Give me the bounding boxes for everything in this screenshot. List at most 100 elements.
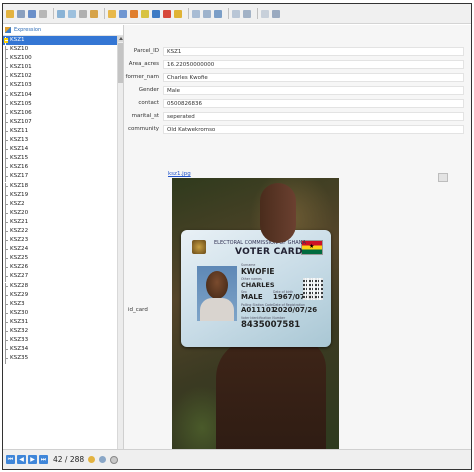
list-item[interactable]: KSZ102 <box>3 72 117 83</box>
feature-list-panel: Expression KSZ1 KSZ10 KSZ100 KSZ101 KSZ102 KS… <box>3 25 124 449</box>
list-item-label: KSZ101 <box>10 64 32 71</box>
list-item-label: KSZ13 <box>10 137 29 144</box>
list-item-label: KSZ26 <box>10 264 29 271</box>
toolbar-separator <box>228 8 229 19</box>
list-item[interactable]: KSZ103 <box>3 81 117 92</box>
toolbar-separator <box>188 8 189 19</box>
previous-feature-button[interactable]: ◀ <box>17 455 26 464</box>
field-value-input[interactable]: Charles Kwofie <box>163 72 464 82</box>
expression-label: Expression <box>14 27 42 33</box>
list-item[interactable]: KSZ27 <box>3 272 117 283</box>
field-value-input[interactable]: 0500826836 <box>163 98 464 108</box>
list-item-label: KSZ32 <box>10 328 29 334</box>
list-item[interactable]: KSZ22 <box>3 227 117 238</box>
list-item[interactable]: KSZ16 <box>3 163 117 174</box>
list-item[interactable]: KSZ20 <box>3 209 117 219</box>
list-item[interactable]: KSZ28 <box>3 282 117 292</box>
last-feature-button[interactable]: ⏭ <box>39 455 48 464</box>
list-item[interactable]: KSZ106 <box>3 109 117 119</box>
highlight-icon[interactable] <box>88 456 96 463</box>
list-item[interactable]: KSZ100 <box>3 54 117 65</box>
list-item[interactable]: KSZ25 <box>3 254 117 265</box>
list-item[interactable]: KSZ11 <box>3 127 117 138</box>
field-label: Gender <box>138 87 159 93</box>
list-item-label: KSZ1 <box>10 37 25 43</box>
sex-value: MALE <box>241 293 263 301</box>
list-item[interactable]: KSZ30 <box>3 309 117 319</box>
field-value-input[interactable]: Old Katwekromso <box>163 124 464 134</box>
zoom-to-feature-icon[interactable] <box>110 455 119 464</box>
list-item[interactable]: KSZ32 <box>3 327 117 338</box>
next-feature-button[interactable]: ▶ <box>28 455 37 464</box>
pan-icon[interactable] <box>57 9 65 18</box>
edit-icon[interactable] <box>6 9 14 18</box>
field-value-input[interactable]: 16.22050000000 <box>163 59 464 69</box>
layout-icon[interactable] <box>192 9 200 18</box>
list-item-label: KSZ23 <box>10 237 29 244</box>
list-item[interactable]: KSZ34 <box>3 345 117 356</box>
photo-link[interactable]: ksz1.jpg <box>168 171 191 177</box>
browse-button[interactable] <box>438 173 448 182</box>
columns-icon[interactable] <box>203 9 211 18</box>
dock-icon[interactable] <box>261 9 269 18</box>
list-item[interactable]: KSZ10 <box>3 45 117 56</box>
table-icon[interactable] <box>152 9 160 18</box>
list-item[interactable]: KSZ31 <box>3 318 117 329</box>
list-item-label: KSZ17 <box>10 173 29 180</box>
action-icon[interactable] <box>174 9 182 18</box>
zoom-icon[interactable] <box>68 9 76 18</box>
field-value-input[interactable]: seperated <box>163 111 464 121</box>
list-item[interactable]: KSZ2 <box>3 200 117 210</box>
map-icon[interactable] <box>163 9 171 18</box>
list-item[interactable]: KSZ33 <box>3 336 117 347</box>
pan-to-feature-icon[interactable] <box>99 456 107 463</box>
paste-icon[interactable] <box>119 9 127 18</box>
list-item[interactable]: KSZ104 <box>3 91 117 101</box>
expression-header[interactable]: Expression <box>3 25 123 36</box>
field-value-input[interactable]: Male <box>163 85 464 95</box>
list-item-label: KSZ27 <box>10 273 29 280</box>
delete-icon[interactable] <box>39 9 47 18</box>
field-value-input[interactable]: KSZ1 <box>163 46 464 56</box>
list-item[interactable]: KSZ15 <box>3 154 117 165</box>
list-item[interactable]: KSZ35 <box>3 354 117 365</box>
grid-icon[interactable] <box>214 9 222 18</box>
list-item[interactable]: KSZ26 <box>3 263 117 274</box>
list-item[interactable]: KSZ3 <box>3 300 117 310</box>
list-item[interactable]: KSZ23 <box>3 236 117 247</box>
othernames-value: CHARLES <box>241 281 275 289</box>
expression-icon <box>5 27 11 33</box>
refresh-icon[interactable] <box>28 9 36 18</box>
help-icon[interactable] <box>243 9 251 18</box>
coat-of-arms-icon <box>192 240 206 254</box>
list-item[interactable]: KSZ105 <box>3 100 117 110</box>
list-scrollbar[interactable] <box>117 36 123 449</box>
list-item-label: KSZ29 <box>10 291 29 298</box>
list-item[interactable]: KSZ13 <box>3 136 117 147</box>
select-icon[interactable] <box>90 9 98 18</box>
first-feature-button[interactable]: ⏮ <box>6 455 15 464</box>
field-label: contact <box>138 100 159 106</box>
list-item[interactable]: KSZ24 <box>3 245 117 256</box>
list-item-label: KSZ15 <box>10 155 29 162</box>
copy-icon[interactable] <box>108 9 116 18</box>
list-item[interactable]: KSZ1 <box>3 36 117 47</box>
funnel-icon[interactable] <box>141 9 149 18</box>
thumb-image <box>260 183 296 243</box>
list-item[interactable]: KSZ29 <box>3 291 117 301</box>
list-item[interactable]: KSZ14 <box>3 145 117 156</box>
list-item[interactable]: KSZ101 <box>3 63 117 74</box>
list-item[interactable]: KSZ21 <box>3 218 117 228</box>
list-item-label: KSZ102 <box>10 73 32 80</box>
list-item[interactable]: KSZ18 <box>3 182 117 192</box>
form-view-icon[interactable] <box>272 9 280 18</box>
save-icon[interactable] <box>17 9 25 18</box>
list-item-label: KSZ2 <box>10 200 25 207</box>
list-item[interactable]: KSZ107 <box>3 118 117 128</box>
list-item[interactable]: KSZ19 <box>3 191 117 201</box>
back-icon[interactable] <box>79 9 87 18</box>
list-item[interactable]: KSZ17 <box>3 172 117 183</box>
print-icon[interactable] <box>232 9 240 18</box>
filter-icon[interactable] <box>130 9 138 18</box>
list-item-label: KSZ21 <box>10 218 29 225</box>
